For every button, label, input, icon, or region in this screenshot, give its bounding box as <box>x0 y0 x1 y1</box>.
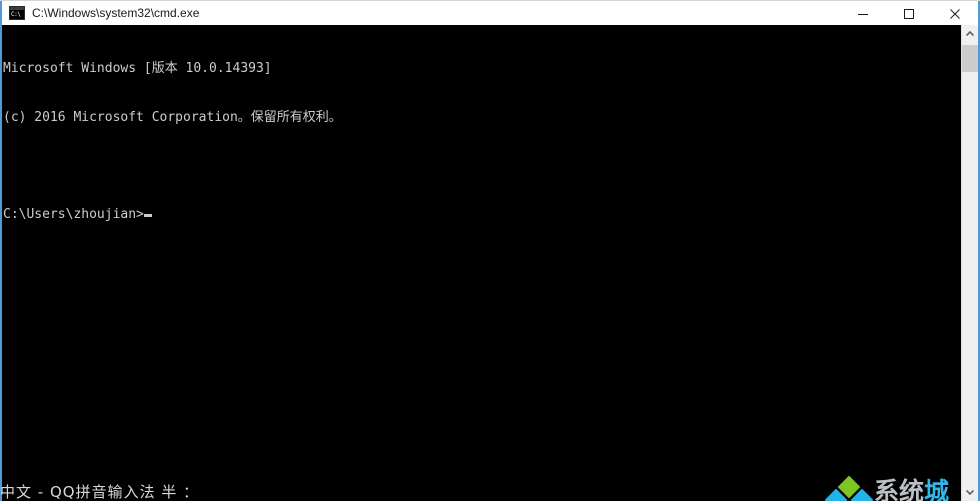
console-output-area[interactable]: Microsoft Windows [版本 10.0.14393] (c) 20… <box>0 25 980 501</box>
scrollbar-down-button[interactable] <box>962 484 978 501</box>
watermark: 系统城 win7w.com <box>824 475 978 501</box>
console-text: Microsoft Windows [版本 10.0.14393] (c) 20… <box>3 29 342 256</box>
scrollbar-thumb[interactable] <box>962 45 978 72</box>
console-line-copyright: (c) 2016 Microsoft Corporation。保留所有权利。 <box>3 110 342 126</box>
watermark-logo-icon <box>824 475 874 501</box>
cmd-icon: C:\ <box>9 6 25 20</box>
console-cursor <box>143 214 152 218</box>
logo-diamond-right <box>850 488 874 501</box>
window-controls <box>840 1 978 26</box>
title-bar[interactable]: C:\ C:\Windows\system32\cmd.exe <box>0 0 980 26</box>
chevron-down-icon <box>966 490 974 495</box>
console-line-prompt: C:\Users\zhoujian> <box>3 207 342 223</box>
ime-status-text: 中文 - QQ拼音输入法 半 ： <box>0 484 200 501</box>
console-scrollbar[interactable] <box>961 25 978 501</box>
close-icon <box>950 8 960 19</box>
chevron-up-icon <box>966 31 974 36</box>
watermark-site-name-part1: 系统 <box>874 477 925 501</box>
watermark-site-name: 系统城 <box>874 478 949 501</box>
ime-status-bar[interactable]: 中文 - QQ拼音输入法 半 ： <box>0 484 230 501</box>
window-left-accent <box>0 1 2 26</box>
logo-diamond-left <box>824 488 848 501</box>
close-button[interactable] <box>932 1 978 26</box>
maximize-icon <box>904 8 914 19</box>
console-line-version: Microsoft Windows [版本 10.0.14393] <box>3 61 272 77</box>
watermark-site-name-part2: 城 <box>924 477 950 501</box>
minimize-icon <box>858 13 868 15</box>
cmd-icon-screen-text: C:\ <box>10 10 24 19</box>
cmd-window: C:\ C:\Windows\system32\cmd.exe Microsof… <box>0 0 980 501</box>
console-prompt-text: C:\Users\zhoujian> <box>3 207 144 223</box>
logo-diamond-top <box>837 475 861 499</box>
window-title: C:\Windows\system32\cmd.exe <box>32 5 200 20</box>
minimize-button[interactable] <box>840 1 886 26</box>
scrollbar-up-button[interactable] <box>962 25 978 42</box>
maximize-button[interactable] <box>886 1 932 26</box>
window-body-left-accent <box>0 25 2 501</box>
